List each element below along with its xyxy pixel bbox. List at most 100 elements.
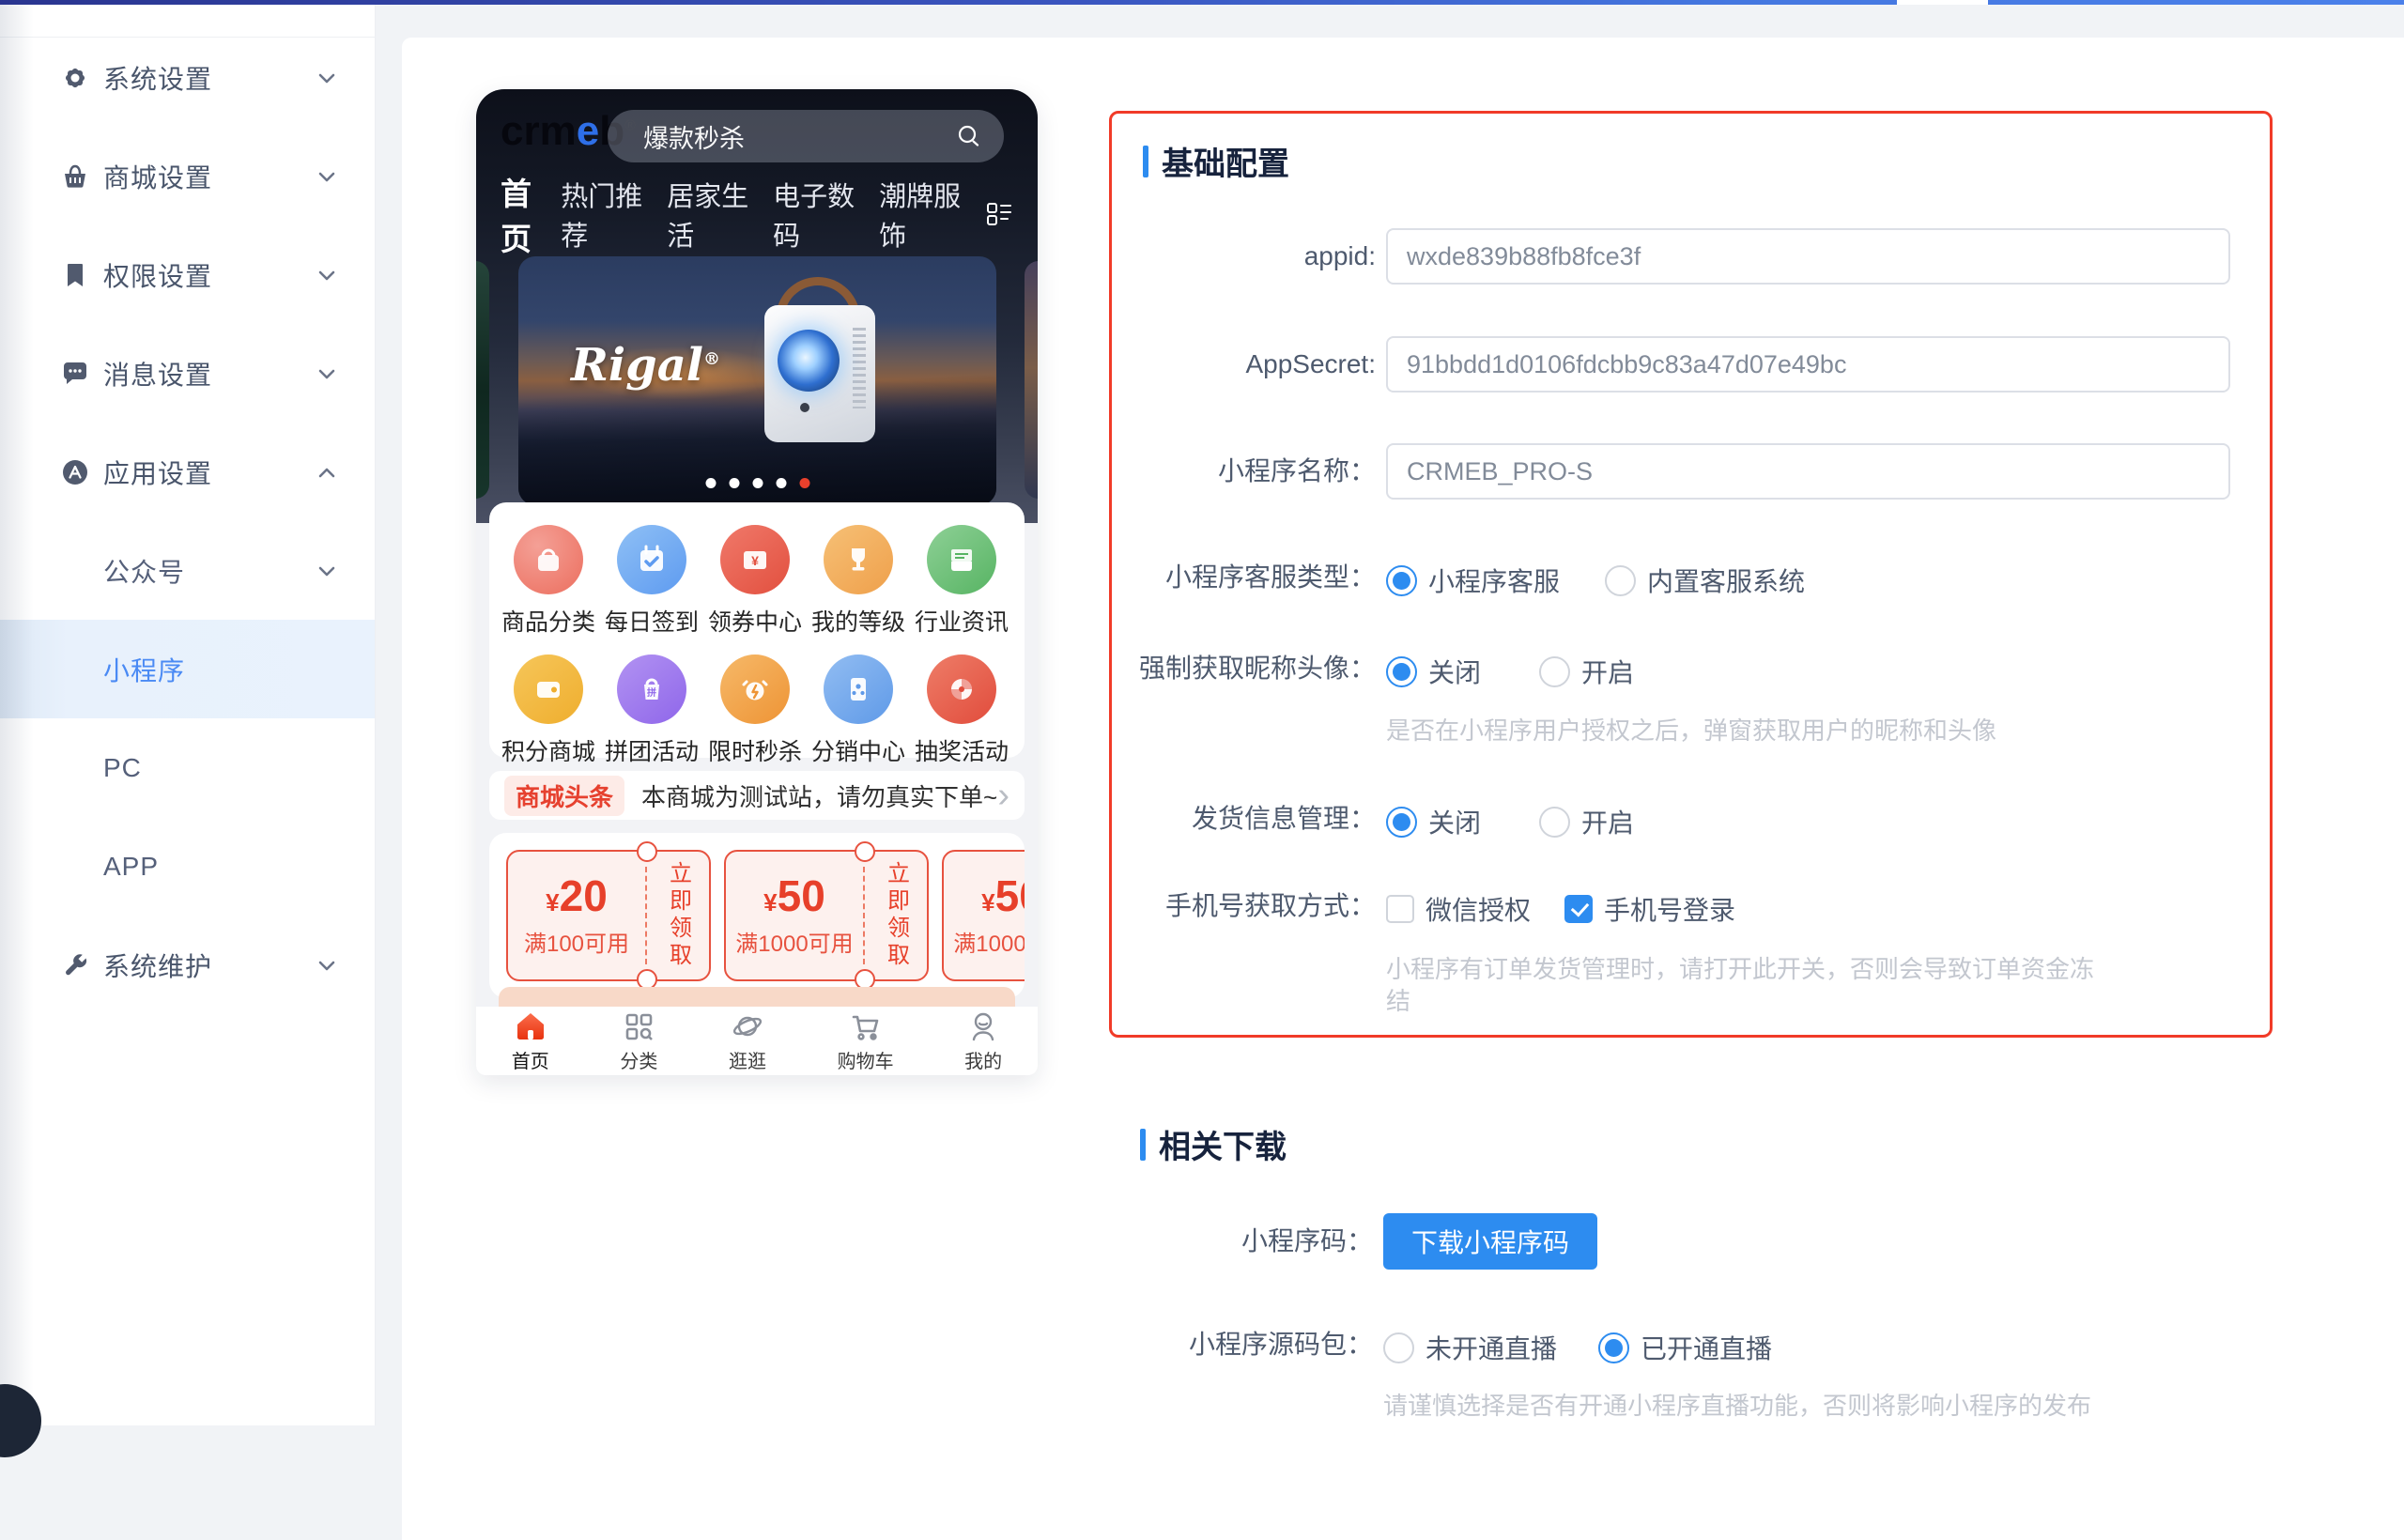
appid-label: appid: bbox=[1112, 228, 1376, 285]
news-bar[interactable]: 商城头条 本商城为测试站，请勿真实下单~ › bbox=[489, 771, 1025, 820]
menu-item-points-mall[interactable]: 积分商城 bbox=[497, 654, 600, 767]
mini-program-name-input[interactable] bbox=[1386, 443, 2230, 500]
chevron-down-icon bbox=[315, 953, 339, 978]
appid-input[interactable] bbox=[1386, 228, 2230, 285]
tabbar-category[interactable]: 分类 bbox=[620, 1009, 657, 1073]
radio-on[interactable]: 开启 bbox=[1539, 653, 1634, 690]
category-grid-icon[interactable] bbox=[985, 200, 1013, 228]
section-title-download: 相关下载 bbox=[1140, 1121, 1287, 1167]
menu-item-lucky-draw[interactable]: 抽奖活动 bbox=[910, 654, 1013, 767]
radio-builtin-service[interactable]: 内置客服系统 bbox=[1605, 562, 1805, 599]
force-profile-row: 强制获取昵称头像： 关闭 开启 bbox=[1112, 653, 2253, 685]
phone-people-icon bbox=[824, 654, 893, 724]
coupon-card[interactable]: ¥50满1000可用 立即领取 bbox=[724, 850, 929, 981]
nav-tab-fashion[interactable]: 潮牌服饰 bbox=[879, 175, 985, 254]
bookmark-icon bbox=[58, 258, 92, 292]
radio-off[interactable]: 关闭 bbox=[1386, 803, 1481, 840]
search-input[interactable]: 爆款秒杀 bbox=[608, 110, 1004, 162]
radio-on[interactable]: 开启 bbox=[1539, 803, 1634, 840]
coupon-card[interactable]: ¥20满100可用 立即领取 bbox=[506, 850, 711, 981]
news-text: 本商城为测试站，请勿真实下单~ bbox=[641, 778, 997, 813]
qrcode-row: 小程序码： 下载小程序码 bbox=[1109, 1213, 2256, 1270]
nav-tab-hot[interactable]: 热门推荐 bbox=[561, 175, 667, 254]
nav-tab-home[interactable]: 首页 bbox=[501, 169, 561, 259]
sidebar-item-message-settings[interactable]: 消息设置 bbox=[0, 324, 375, 423]
coupon-amount: ¥50 bbox=[763, 874, 825, 917]
sidebar: 系统设置 商城设置 权限设置 消息设置 应用设置 公众号 bbox=[0, 5, 376, 1425]
appstore-icon bbox=[58, 455, 92, 489]
coupon-claim-button[interactable]: 立即领取 bbox=[865, 852, 927, 979]
radio-off[interactable]: 关闭 bbox=[1386, 653, 1481, 690]
tabbar-discover[interactable]: 逛逛 bbox=[729, 1009, 766, 1073]
download-qrcode-button[interactable]: 下载小程序码 bbox=[1383, 1213, 1597, 1270]
checkbox-phone-login[interactable]: 手机号登录 bbox=[1564, 890, 1735, 928]
nav-tab-living[interactable]: 居家生活 bbox=[667, 175, 773, 254]
home-icon bbox=[513, 1009, 548, 1044]
sidebar-item-app[interactable]: APP bbox=[0, 817, 375, 916]
menu-item-industry-news[interactable]: 行业资讯 bbox=[910, 525, 1013, 638]
source-row: 小程序源码包： 未开通直播 已开通直播 bbox=[1109, 1329, 2256, 1361]
projector-image bbox=[764, 305, 875, 442]
tabbar-cart[interactable]: 购物车 bbox=[838, 1009, 894, 1073]
menu-item-daily-checkin[interactable]: 每日签到 bbox=[600, 525, 703, 638]
checkbox-wechat-auth[interactable]: 微信授权 bbox=[1386, 890, 1531, 928]
sidebar-item-label: 商城设置 bbox=[103, 158, 212, 195]
sidebar-item-permission-settings[interactable]: 权限设置 bbox=[0, 225, 375, 324]
chevron-down-icon bbox=[315, 263, 339, 287]
download-section: 相关下载 小程序码： 下载小程序码 小程序源码包： 未开通直播 已开通直播 请谨… bbox=[1109, 1108, 2273, 1463]
shipping-row: 发货信息管理： 关闭 开启 bbox=[1112, 803, 2253, 835]
carousel-dot[interactable] bbox=[729, 478, 739, 488]
menu-item-my-level[interactable]: 我的等级 bbox=[807, 525, 910, 638]
tabbar-home[interactable]: 首页 bbox=[512, 1009, 549, 1073]
coupon-card[interactable]: ¥50满1000可用 立即领取 bbox=[942, 850, 1025, 981]
nav-tab-digital[interactable]: 电子数码 bbox=[773, 175, 879, 254]
radio-live-enabled[interactable]: 已开通直播 bbox=[1598, 1329, 1772, 1366]
banner-carousel[interactable]: Rigal® bbox=[518, 256, 996, 505]
coupon-icon: ¥ bbox=[720, 525, 790, 594]
sidebar-item-mini-program[interactable]: 小程序 bbox=[0, 620, 375, 718]
shipping-label: 发货信息管理： bbox=[1112, 803, 1376, 835]
sidebar-item-label: 应用设置 bbox=[103, 454, 212, 491]
carousel-dot[interactable] bbox=[705, 478, 716, 488]
sidebar-item-pc[interactable]: PC bbox=[0, 718, 375, 817]
menu-item-categories[interactable]: 商品分类 bbox=[497, 525, 600, 638]
progress-gap bbox=[1897, 0, 1988, 5]
trophy-icon bbox=[824, 525, 893, 594]
alarm-clock-icon bbox=[720, 654, 790, 724]
radio-selected-icon bbox=[1386, 565, 1417, 596]
menu-item-group-buy[interactable]: 拼拼团活动 bbox=[600, 654, 703, 767]
sidebar-item-official-account[interactable]: 公众号 bbox=[0, 521, 375, 620]
message-icon bbox=[58, 357, 92, 391]
carousel-dot[interactable] bbox=[752, 478, 763, 488]
top-progress-bar bbox=[0, 0, 2404, 5]
carousel-dot[interactable] bbox=[776, 478, 786, 488]
radio-unselected-icon bbox=[1539, 656, 1570, 687]
radio-live-disabled[interactable]: 未开通直播 bbox=[1383, 1329, 1557, 1366]
prize-wheel-icon bbox=[927, 654, 996, 724]
sidebar-item-label: 系统维护 bbox=[103, 947, 212, 984]
force-profile-label: 强制获取昵称头像： bbox=[1112, 653, 1376, 685]
force-profile-help: 是否在小程序用户授权之后，弹窗获取用户的昵称和头像 bbox=[1386, 715, 1996, 747]
category-icon bbox=[621, 1009, 656, 1044]
radio-unselected-icon bbox=[1383, 1332, 1414, 1363]
source-help: 请谨慎选择是否有开通小程序直播功能，否则将影响小程序的发布 bbox=[1383, 1390, 2091, 1422]
phone-mode-label: 手机号获取方式： bbox=[1112, 890, 1376, 922]
tabbar-mine[interactable]: 我的 bbox=[964, 1009, 1002, 1073]
carousel-dot-active[interactable] bbox=[799, 478, 809, 488]
appsecret-input[interactable] bbox=[1386, 336, 2230, 393]
radio-mini-program-service[interactable]: 小程序客服 bbox=[1386, 562, 1560, 599]
menu-item-distribution[interactable]: 分销中心 bbox=[807, 654, 910, 767]
sidebar-item-system-maintenance[interactable]: 系统维护 bbox=[0, 916, 375, 1014]
coupon-claim-button[interactable]: 立即领取 bbox=[647, 852, 709, 979]
sidebar-item-label: 权限设置 bbox=[103, 256, 212, 294]
menu-item-coupon-center[interactable]: ¥领券中心 bbox=[703, 525, 807, 638]
sidebar-item-mall-settings[interactable]: 商城设置 bbox=[0, 127, 375, 225]
coupon-condition: 满1000可用 bbox=[953, 925, 1025, 958]
basic-config-section: 基础配置 appid: AppSecret: 小程序名称： 小程序客服类型： 小… bbox=[1109, 111, 2273, 1038]
sidebar-item-app-settings[interactable]: 应用设置 bbox=[0, 423, 375, 521]
menu-item-flash-sale[interactable]: 限时秒杀 bbox=[703, 654, 807, 767]
appid-row: appid: bbox=[1112, 228, 2253, 285]
sidebar-item-system-settings[interactable]: 系统设置 bbox=[0, 28, 375, 127]
chevron-down-icon bbox=[315, 164, 339, 189]
quick-menu-grid: 商品分类 每日签到 ¥领券中心 我的等级 行业资讯 积分商城 拼拼团活动 限时秒… bbox=[489, 502, 1025, 758]
